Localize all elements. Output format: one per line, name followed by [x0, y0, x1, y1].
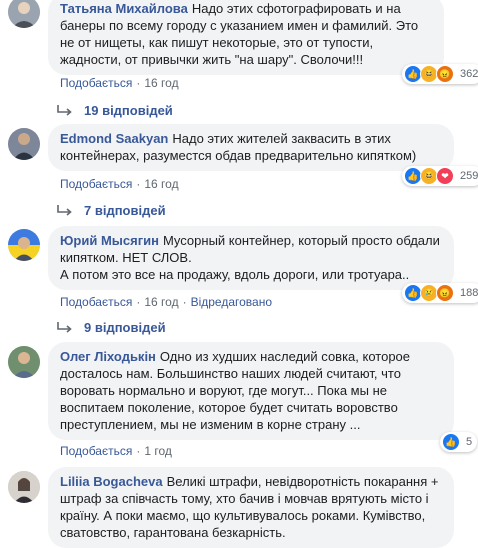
replies-count[interactable]: 9 відповідей: [84, 320, 166, 335]
comment-time[interactable]: 16 год: [144, 295, 178, 309]
reaction-count: 5: [466, 436, 473, 448]
angry-icon: 😠: [436, 284, 454, 302]
like-link[interactable]: Подобається: [60, 76, 132, 90]
comment-author[interactable]: Edmond Saakyan: [60, 131, 168, 146]
like-link[interactable]: Подобається: [60, 444, 132, 458]
replies-link[interactable]: 7 відповідей: [56, 203, 166, 218]
avatar[interactable]: [8, 0, 40, 28]
replies-link[interactable]: 19 відповідей: [56, 103, 173, 118]
like-link[interactable]: Подобається: [60, 177, 132, 191]
reaction-count: 188: [460, 287, 478, 299]
avatar[interactable]: [8, 128, 40, 160]
reply-arrow-icon: [57, 204, 72, 216]
reaction-count: 259: [460, 170, 478, 182]
replies-count[interactable]: 19 відповідей: [84, 103, 173, 118]
comment-author[interactable]: Татьяна Михайлова: [60, 1, 188, 16]
comment-author[interactable]: Юрий Мысягин: [60, 233, 159, 248]
comment-meta: Подобається · 16 год · Відредаговано: [60, 295, 273, 309]
reactions-summary[interactable]: 👍 😢 😠 188: [402, 283, 478, 303]
avatar[interactable]: [8, 471, 40, 503]
reactions-summary[interactable]: 👍 😆 ❤ 259: [402, 166, 478, 186]
comment-bubble: Liliia Bogacheva Великі штрафи, невідворо…: [48, 467, 454, 548]
comment-bubble: Юрий Мысягин Мусорный контейнер, который …: [48, 226, 454, 290]
comment-time[interactable]: 1 год: [144, 444, 172, 458]
replies-count[interactable]: 7 відповідей: [84, 203, 166, 218]
edited-link[interactable]: Відредаговано: [191, 295, 272, 309]
like-icon: 👍: [442, 433, 460, 451]
comment-bubble: Edmond Saakyan Надо этих жителей заквасит…: [48, 124, 454, 171]
avatar[interactable]: [8, 229, 40, 261]
comment-bubble: Олег Ліходькін Одно из худших наследий со…: [48, 342, 454, 440]
comment-meta: Подобається · 16 год: [60, 177, 179, 191]
love-icon: ❤: [436, 167, 454, 185]
replies-link[interactable]: 9 відповідей: [56, 320, 166, 335]
avatar[interactable]: [8, 346, 40, 378]
reaction-count: 362: [460, 68, 478, 80]
comment-bubble: Татьяна Михайлова Надо этих сфотографиров…: [48, 0, 444, 75]
reactions-summary[interactable]: 👍 😆 😠 362: [402, 64, 478, 84]
reply-arrow-icon: [57, 321, 72, 333]
comment-meta: Подобається · 16 год: [60, 76, 179, 90]
angry-icon: 😠: [436, 65, 454, 83]
comment-author[interactable]: Liliia Bogacheva: [60, 474, 163, 489]
like-link[interactable]: Подобається: [60, 295, 132, 309]
comment-time[interactable]: 16 год: [144, 76, 178, 90]
reply-arrow-icon: [57, 104, 72, 116]
comment-author[interactable]: Олег Ліходькін: [60, 349, 156, 364]
comment-time[interactable]: 16 год: [144, 177, 178, 191]
comment-meta: Подобається · 1 год: [60, 444, 172, 458]
reactions-summary[interactable]: 👍 5: [440, 432, 478, 452]
